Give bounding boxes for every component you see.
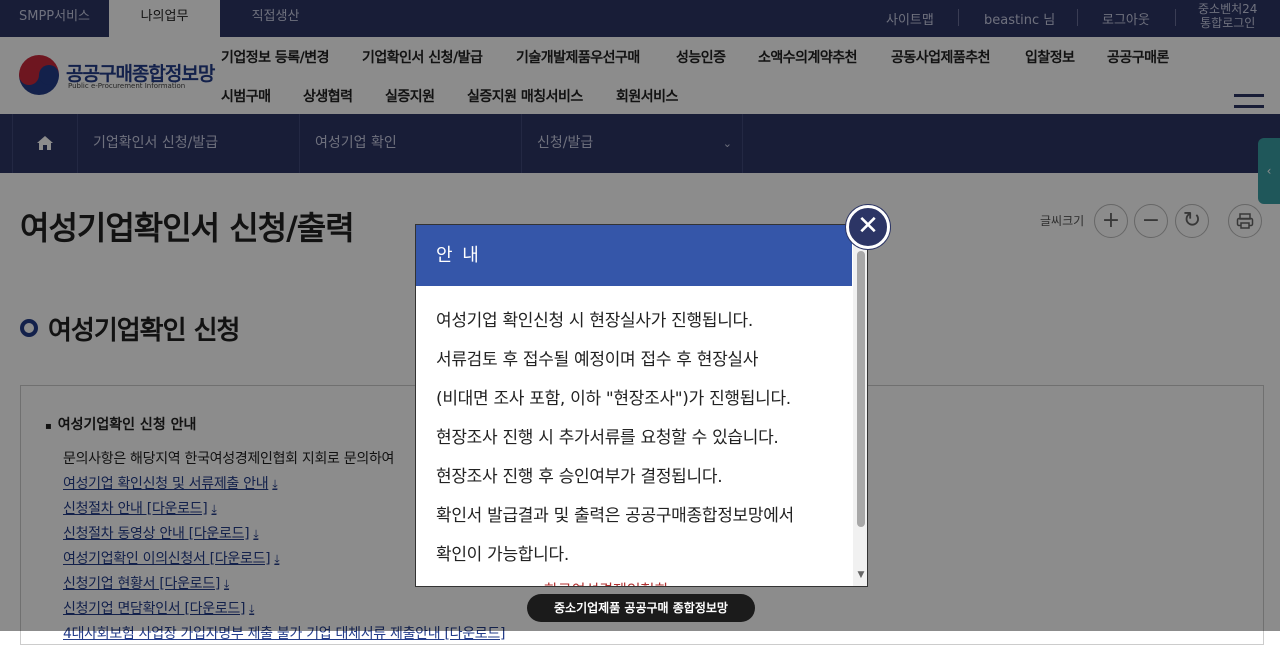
modal-text-line: 현장조사 진행 시 추가서류를 요청할 수 있습니다. xyxy=(436,428,779,448)
modal-link-partial[interactable]: 한국여성경제인협회 xyxy=(544,579,668,586)
notice-modal: 안 내 여성기업 확인신청 시 현장실사가 진행됩니다. 서류검토 후 접수될 … xyxy=(415,224,868,587)
modal-text-line: 서류검토 후 접수될 예정이며 접수 후 현장실사 xyxy=(436,350,759,370)
modal-close-button[interactable]: ✕ xyxy=(846,205,890,249)
modal-scrollbar-thumb[interactable] xyxy=(857,251,865,527)
modal-text-line: 여성기업 확인신청 시 현장실사가 진행됩니다. xyxy=(436,311,753,331)
scroll-down-arrow-icon[interactable]: ▼ xyxy=(854,568,867,582)
site-toast-label: 중소기업제품 공공구매 종합정보망 xyxy=(527,594,755,622)
modal-title: 안 내 xyxy=(416,225,852,286)
close-icon: ✕ xyxy=(857,211,879,241)
modal-text-line: 확인이 가능합니다. xyxy=(436,545,569,565)
modal-text-line: 확인서 발급결과 및 출력은 공공구매종합정보망에서 xyxy=(436,506,794,526)
modal-text-line: (비대면 조사 포함, 이하 "현장조사")가 진행됩니다. xyxy=(436,389,791,409)
modal-text-line: 현장조사 진행 후 승인여부가 결정됩니다. xyxy=(436,467,723,487)
